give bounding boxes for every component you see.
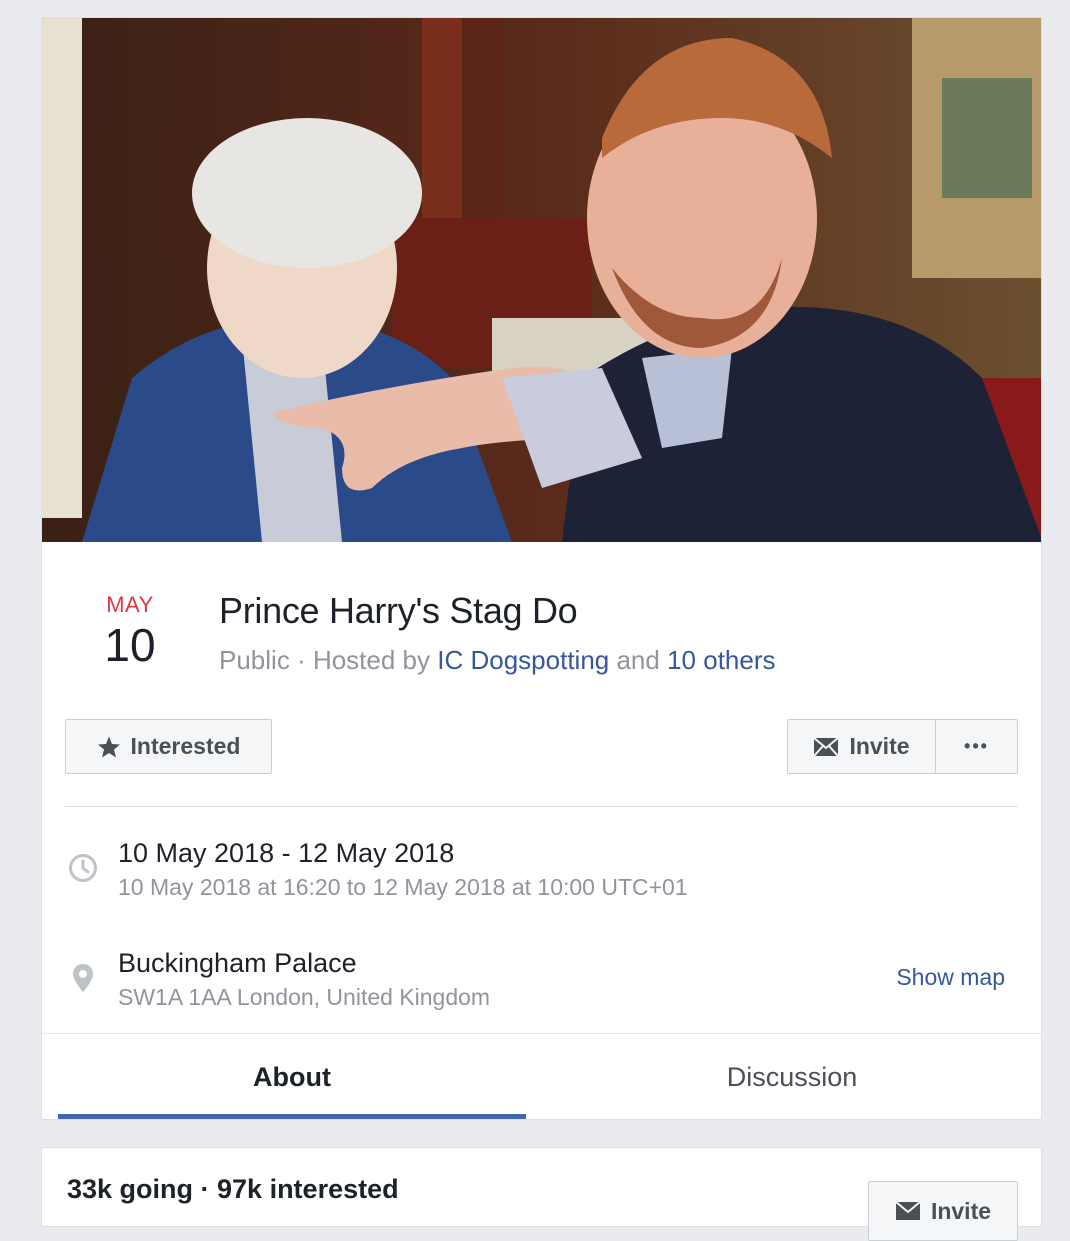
event-location-name[interactable]: Buckingham Palace xyxy=(118,948,357,979)
attendance-stats: 33k going · 97k interested xyxy=(67,1174,399,1204)
tab-discussion[interactable]: Discussion xyxy=(558,1062,1026,1093)
attendance-card: 33k going · 97k interested Invite xyxy=(41,1147,1042,1241)
event-privacy: Public xyxy=(219,645,290,675)
event-time-range: 10 May 2018 - 12 May 2018 xyxy=(118,838,455,868)
envelope-icon xyxy=(895,1201,921,1221)
other-hosts-link[interactable]: 10 others xyxy=(667,645,775,675)
more-options-button[interactable]: ••• xyxy=(935,719,1018,774)
invite-friends-label: Invite xyxy=(930,1197,992,1224)
interested-label: Interested xyxy=(130,733,241,759)
envelope-icon xyxy=(813,736,840,757)
event-time-detail: 10 May 2018 at 16:20 to 12 May 2018 at 1… xyxy=(118,874,688,900)
actions-divider xyxy=(65,806,1018,807)
event-date: MAY 10 xyxy=(90,592,170,668)
clock-icon xyxy=(68,853,98,888)
show-map-link[interactable]: Show map xyxy=(896,964,1005,991)
event-card: MAY 10 Prince Harry's Stag Do Public · H… xyxy=(41,17,1042,1120)
location-pin-icon xyxy=(72,963,94,998)
event-location-address: SW1A 1AA London, United Kingdom xyxy=(118,984,491,1010)
cover-photo xyxy=(42,18,1041,542)
invite-friends-button[interactable]: Invite xyxy=(868,1181,1018,1241)
and-text: and xyxy=(616,645,660,675)
star-icon xyxy=(97,735,121,759)
more-icon: ••• xyxy=(964,736,989,756)
tab-about[interactable]: About xyxy=(58,1062,526,1093)
event-date-day: 10 xyxy=(104,619,156,671)
event-subline: Public · Hosted by IC Dogspotting and 10… xyxy=(219,645,776,676)
host-link[interactable]: IC Dogspotting xyxy=(437,645,609,675)
interested-button[interactable]: Interested xyxy=(65,719,272,774)
active-tab-indicator xyxy=(58,1114,526,1119)
event-title: Prince Harry's Stag Do xyxy=(219,590,578,631)
tabs-divider xyxy=(42,1033,1041,1034)
hosted-by-text: · Hosted by xyxy=(297,645,431,675)
event-date-month: MAY xyxy=(106,592,154,617)
invite-label: Invite xyxy=(849,733,910,759)
invite-button[interactable]: Invite xyxy=(787,719,936,774)
